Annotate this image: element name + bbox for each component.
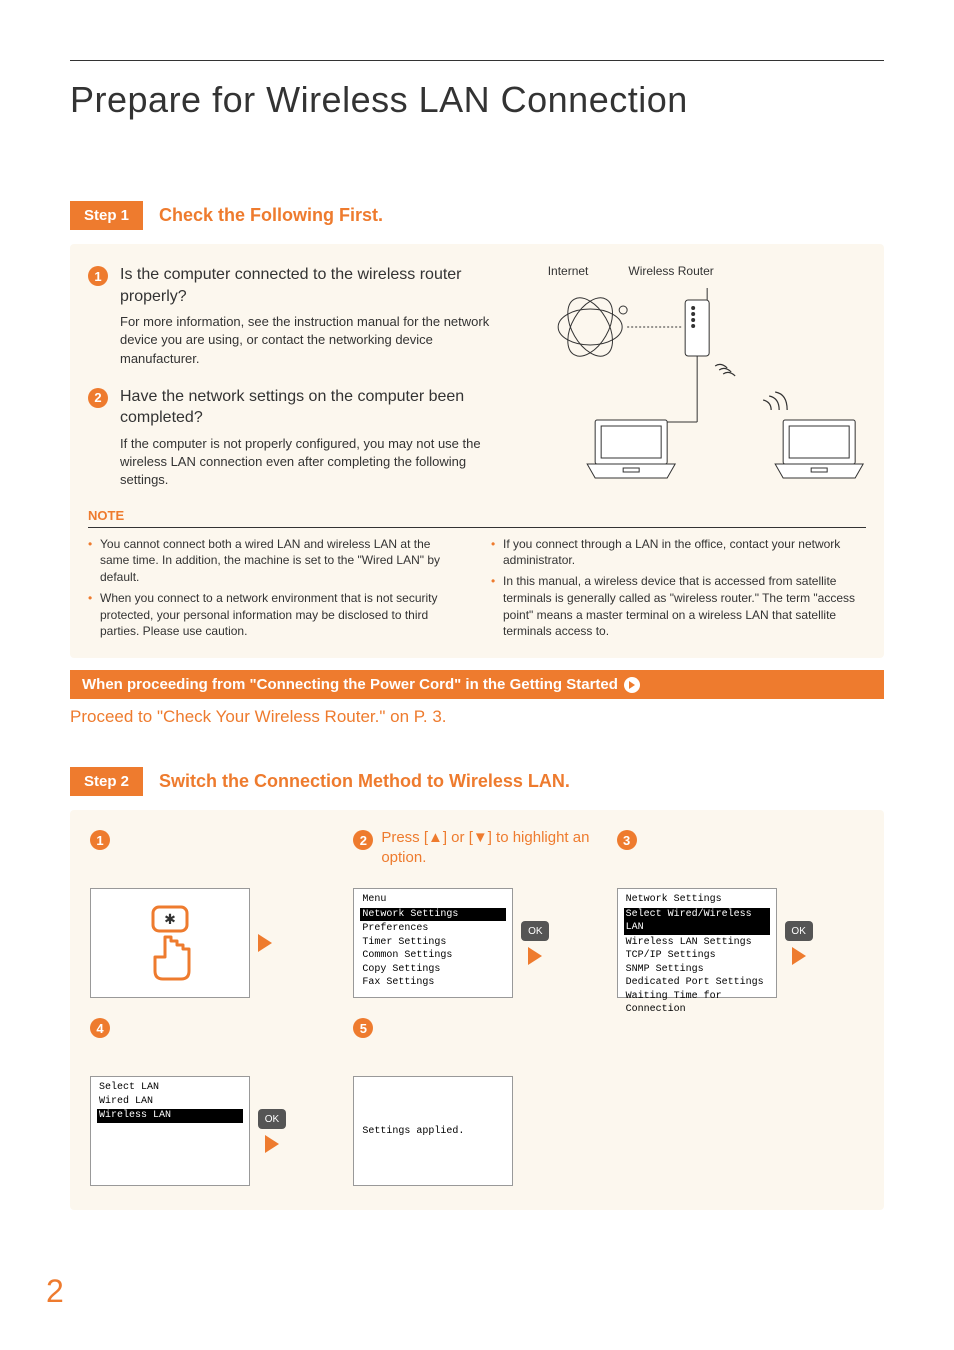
notes-right: If you connect through a LAN in the offi…: [491, 536, 866, 645]
net-line-title: Network Settings: [624, 893, 770, 907]
step1-badge: Step 1: [70, 201, 143, 230]
substep-1-num: 1: [90, 830, 110, 850]
note-rule: [88, 527, 866, 528]
step2-panel: 1 2 Press [▲] or [▼] to highlight an opt…: [70, 810, 884, 1210]
substep-4-body: Select LAN Wired LAN Wireless LAN OK: [90, 1076, 337, 1186]
page-number: 2: [46, 1273, 64, 1310]
substep-5-body: Settings applied.: [353, 1076, 600, 1186]
step2-header: Step 2 Switch the Connection Method to W…: [70, 767, 884, 796]
network-diagram-svg: [524, 282, 866, 482]
play-icon: [265, 1135, 279, 1153]
play-icon: [258, 934, 272, 952]
note-l1: You cannot connect both a wired LAN and …: [88, 536, 463, 586]
step1-title: Check the Following First.: [159, 205, 383, 226]
sel-line-2: Wired LAN: [97, 1095, 243, 1109]
net-line-highlight: Select Wired/Wireless LAN: [624, 908, 770, 935]
substep-3-body: Network Settings Select Wired/Wireless L…: [617, 888, 864, 998]
check-number-1: 1: [88, 266, 108, 286]
substep-1-body: ✱: [90, 888, 337, 998]
substep-2-num: 2: [353, 830, 373, 850]
net-line-4: SNMP Settings: [624, 963, 770, 977]
check-item-2: 2 Have the network settings on the compu…: [88, 386, 510, 490]
net-line-6: Waiting Time for Connection: [624, 990, 770, 1017]
substep-1-head: 1: [90, 828, 337, 870]
note-r1: If you connect through a LAN in the offi…: [491, 536, 866, 570]
substep-3-head: 3: [617, 828, 864, 870]
menu-button-icon: ✱: [135, 903, 205, 983]
menu-line-6: Fax Settings: [360, 976, 506, 990]
svg-text:✱: ✱: [164, 911, 176, 927]
substep-5-num: 5: [353, 1018, 373, 1038]
select-lan-screen: Select LAN Wired LAN Wireless LAN: [90, 1076, 250, 1186]
check1-answer: For more information, see the instructio…: [120, 313, 510, 368]
note-r2: In this manual, a wireless device that i…: [491, 573, 866, 640]
check2-question: Have the network settings on the compute…: [120, 386, 510, 429]
check-number-2: 2: [88, 388, 108, 408]
diagram-label-internet: Internet: [548, 264, 589, 278]
check-item-1: 1 Is the computer connected to the wirel…: [88, 264, 510, 368]
notes-left: You cannot connect both a wired LAN and …: [88, 536, 463, 645]
play-icon: [528, 947, 542, 965]
page-title: Prepare for Wireless LAN Connection: [70, 79, 884, 121]
network-diagram: Internet Wireless Router: [524, 264, 866, 508]
ok-button-3: OK: [258, 1109, 286, 1129]
net-line-5: Dedicated Port Settings: [624, 976, 770, 990]
arrow-circle-icon: [624, 677, 640, 693]
forward-text: Proceed to "Check Your Wireless Router."…: [70, 707, 884, 727]
substep-5-head: 5: [353, 1016, 600, 1058]
menu-line-highlight: Network Settings: [360, 908, 506, 922]
network-settings-screen: Network Settings Select Wired/Wireless L…: [617, 888, 777, 998]
top-rule: [70, 60, 884, 61]
ok-button-1: OK: [521, 921, 549, 941]
substep-2-body: Menu Network Settings Preferences Timer …: [353, 888, 600, 998]
sel-line-highlight: Wireless LAN: [97, 1109, 243, 1123]
diagram-label-router: Wireless Router: [628, 264, 713, 278]
check2-answer: If the computer is not properly configur…: [120, 435, 510, 490]
menu-line-4: Common Settings: [360, 949, 506, 963]
menu-line-2: Preferences: [360, 922, 506, 936]
menu-line-5: Copy Settings: [360, 963, 506, 977]
menu-line-title: Menu: [360, 893, 506, 907]
notes-container: You cannot connect both a wired LAN and …: [88, 536, 866, 645]
net-line-3: TCP/IP Settings: [624, 949, 770, 963]
ok-button-2: OK: [785, 921, 813, 941]
substep-4-head: 4: [90, 1016, 337, 1058]
forward-bar: When proceeding from "Connecting the Pow…: [70, 670, 884, 699]
press-button-illustration: ✱: [90, 888, 250, 998]
play-icon: [792, 947, 806, 965]
note-label: NOTE: [88, 508, 866, 523]
substep-4-num: 4: [90, 1018, 110, 1038]
applied-text: Settings applied.: [360, 1125, 466, 1139]
step1-panel: 1 Is the computer connected to the wirel…: [70, 244, 884, 658]
substep-2-text: Press [▲] or [▼] to highlight an option.: [381, 828, 600, 867]
menu-screen: Menu Network Settings Preferences Timer …: [353, 888, 513, 998]
check1-question: Is the computer connected to the wireles…: [120, 264, 510, 307]
substep-2-head: 2 Press [▲] or [▼] to highlight an optio…: [353, 828, 600, 870]
applied-screen: Settings applied.: [353, 1076, 513, 1186]
step2-title: Switch the Connection Method to Wireless…: [159, 771, 570, 792]
sel-line-1: Select LAN: [97, 1081, 243, 1095]
substep-3-num: 3: [617, 830, 637, 850]
step2-badge: Step 2: [70, 767, 143, 796]
step1-header: Step 1 Check the Following First.: [70, 201, 884, 230]
net-line-2: Wireless LAN Settings: [624, 936, 770, 950]
menu-line-3: Timer Settings: [360, 936, 506, 950]
note-l2: When you connect to a network environmen…: [88, 590, 463, 640]
forward-bar-text: When proceeding from "Connecting the Pow…: [82, 676, 618, 693]
